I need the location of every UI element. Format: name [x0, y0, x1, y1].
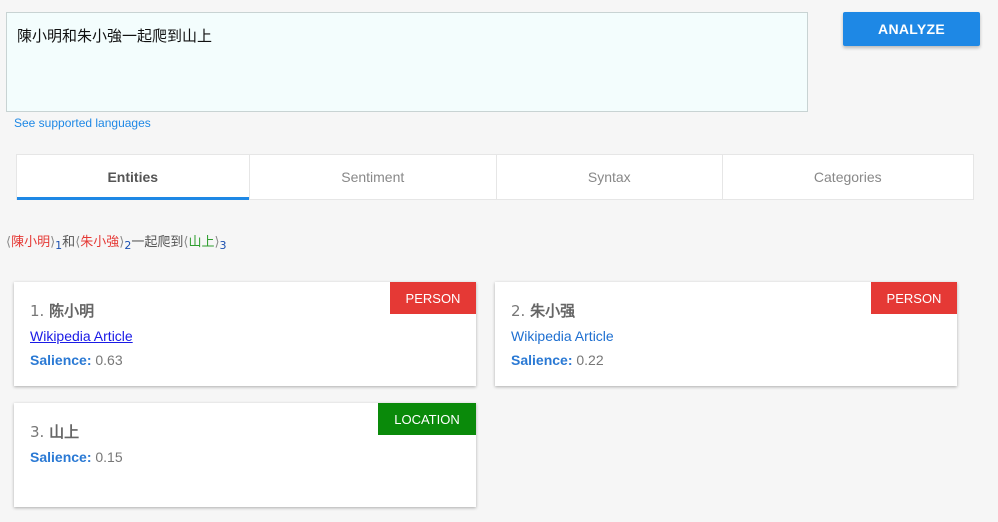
plain-text: 和 [62, 235, 76, 250]
text-input-value: 陳小明和朱小強一起爬到山上 [17, 27, 213, 45]
salience-value: 0.63 [95, 352, 123, 368]
tab-syntax[interactable]: Syntax [497, 155, 723, 199]
entity-name: 陈小明 [49, 302, 95, 320]
salience-label: Salience: [511, 352, 573, 368]
text-input[interactable]: 陳小明和朱小強一起爬到山上 [6, 12, 808, 112]
tab-entities[interactable]: Entities [17, 155, 250, 200]
entity-type-badge: PERSON [871, 282, 957, 314]
entity-type-badge: PERSON [390, 282, 476, 314]
salience-label: Salience: [30, 449, 92, 465]
salience: Salience: 0.15 [30, 449, 123, 465]
wikipedia-link[interactable]: Wikipedia Article [30, 328, 133, 344]
tab-sentiment[interactable]: Sentiment [250, 155, 497, 199]
entity-index: 3. [30, 423, 45, 441]
entity-index: 2. [511, 302, 526, 320]
entity-title: 1. 陈小明 [30, 300, 94, 321]
entity-title: 2. 朱小强 [511, 300, 575, 321]
entity-index-3: 3 [219, 239, 227, 252]
salience: Salience: 0.63 [30, 352, 123, 368]
salience-value: 0.22 [576, 352, 604, 368]
entity-mention-2[interactable]: 朱小強 [80, 235, 119, 250]
salience-value: 0.15 [95, 449, 123, 465]
entity-name: 山上 [49, 423, 80, 441]
wikipedia-link[interactable]: Wikipedia Article [511, 328, 614, 344]
analyze-button[interactable]: ANALYZE [843, 12, 980, 46]
entity-card: 1. 陈小明 PERSON Wikipedia Article Salience… [14, 282, 476, 386]
tab-categories[interactable]: Categories [723, 155, 973, 199]
entity-title: 3. 山上 [30, 421, 79, 442]
entity-mention-1[interactable]: 陳小明 [11, 235, 50, 250]
entity-name: 朱小强 [530, 302, 576, 320]
supported-languages-link[interactable]: See supported languages [14, 116, 151, 130]
entity-type-badge: LOCATION [378, 403, 476, 435]
entity-index: 1. [30, 302, 45, 320]
tab-bar: Entities Sentiment Syntax Categories [16, 154, 974, 200]
salience-label: Salience: [30, 352, 92, 368]
plain-text: 一起爬到 [131, 235, 184, 250]
entity-card: 2. 朱小强 PERSON Wikipedia Article Salience… [495, 282, 957, 386]
annotated-text: ⟨陳小明⟩1和⟨朱小強⟩2一起爬到⟨山上⟩3 [6, 231, 227, 252]
entity-card: 3. 山上 LOCATION Salience: 0.15 [14, 403, 476, 507]
entity-mention-3[interactable]: 山上 [188, 235, 214, 250]
salience: Salience: 0.22 [511, 352, 604, 368]
